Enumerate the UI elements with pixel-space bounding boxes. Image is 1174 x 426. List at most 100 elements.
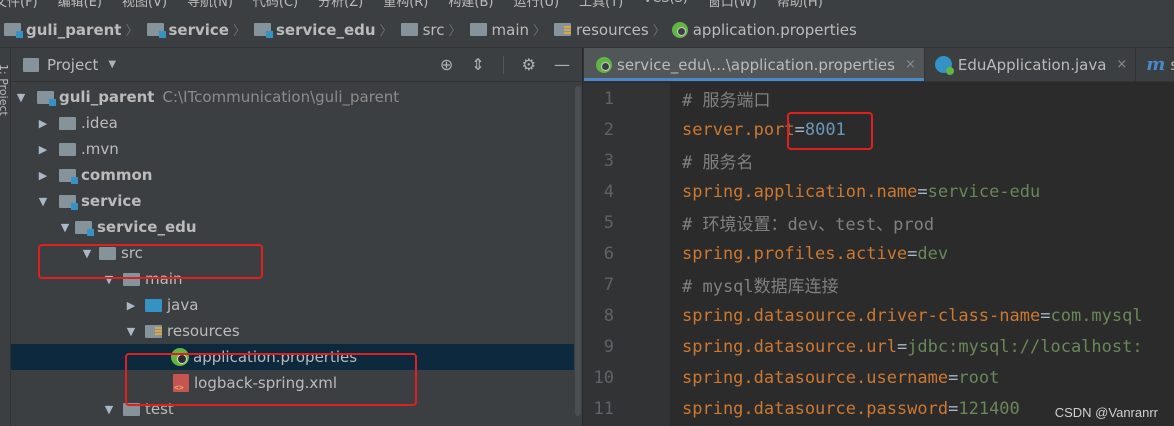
menu-help[interactable]: 帮助(H) (777, 0, 823, 10)
tree-node-idea[interactable]: ▶ .idea (11, 110, 582, 136)
tree-node-common[interactable]: ▶ common (11, 162, 582, 188)
menu-build[interactable]: 构建(B) (448, 0, 493, 10)
crumb-label: service (168, 20, 229, 39)
property-value: 121400 (958, 398, 1020, 419)
close-icon[interactable]: × (905, 57, 916, 72)
vertical-scrollbar[interactable] (574, 84, 582, 424)
code-comment: # mysql数据库连接 (682, 277, 839, 297)
crumb-service[interactable]: service 〉 (143, 12, 251, 47)
code-line: 9 spring.datasource.url=jdbc:mysql://loc… (584, 331, 1174, 362)
chevron-right-icon: 〉 (533, 24, 547, 39)
tab-edu-application-java[interactable]: EduApplication.java × (925, 48, 1137, 81)
toolbar-divider (502, 55, 504, 74)
menu-edit[interactable]: 编辑(E) (58, 0, 102, 10)
tree-node-service-edu[interactable]: ▼ service_edu (11, 214, 582, 240)
line-number: 7 (603, 274, 614, 295)
crumb-application-properties[interactable]: application.properties (670, 12, 857, 47)
menu-window[interactable]: 窗口(W) (708, 0, 757, 10)
line-number: 3 (603, 150, 614, 171)
module-folder-icon (75, 220, 94, 236)
tree-node-main[interactable]: ▼ main (11, 266, 582, 292)
line-number: 1 (603, 88, 614, 109)
tree-node-service[interactable]: ▼ service (11, 188, 582, 214)
expanded-arrow-icon[interactable]: ▼ (59, 221, 71, 234)
tree-node-label: resources (167, 322, 240, 340)
crumb-label: application.properties (692, 20, 857, 39)
crumb-resources[interactable]: resources 〉 (550, 12, 670, 47)
project-view-selector[interactable]: Project (47, 56, 98, 74)
collapsed-arrow-icon[interactable]: ▶ (37, 169, 49, 182)
tree-node-test[interactable]: ▼ test (11, 396, 582, 422)
spring-properties-icon (596, 56, 612, 73)
menu-analyze[interactable]: 分析(Z) (318, 0, 363, 10)
locate-icon[interactable]: ⊕ (440, 55, 453, 74)
line-number: 11 (593, 398, 614, 419)
editor-tabs: service_edu\...\application.properties ×… (584, 48, 1174, 82)
folder-icon (400, 23, 418, 36)
tree-node-label: service_edu (97, 218, 197, 236)
tree-node-label: .mvn (81, 140, 119, 158)
code-area[interactable]: 1 # 服务端口 2 server.port=8001 3 # 服务名 4 sp… (584, 83, 1174, 426)
expanded-arrow-icon[interactable]: ▼ (103, 273, 115, 286)
scrollbar-thumb[interactable] (575, 86, 581, 416)
menu-run[interactable]: 运行(U) (513, 0, 559, 10)
property-key: server.port (682, 119, 795, 140)
line-number: 10 (593, 367, 614, 388)
crumb-service-edu[interactable]: service_edu 〉 (250, 12, 397, 47)
crumb-label: guli_parent (26, 20, 122, 39)
collapsed-arrow-icon[interactable]: ▶ (37, 117, 49, 130)
chevron-right-icon: 〉 (125, 24, 139, 39)
tree-node-resources[interactable]: ▼ resources (11, 318, 582, 344)
tab-label: EduApplication.java (957, 55, 1107, 74)
menu-view[interactable]: 视图(V) (122, 0, 167, 10)
menu-file[interactable]: 文件(F) (0, 0, 38, 10)
close-icon[interactable]: × (1116, 57, 1127, 72)
tree-node-guli-parent[interactable]: ▼ guli_parent C:\ITcommunication\guli_pa… (11, 84, 582, 110)
collapsed-arrow-icon[interactable]: ▶ (37, 143, 49, 156)
tab-truncated[interactable]: m se (1136, 48, 1174, 81)
chevron-down-icon[interactable]: ▼ (108, 59, 116, 70)
property-value: root (958, 367, 1000, 388)
menu-navigate[interactable]: 导航(N) (187, 0, 233, 10)
crumb-label: src (422, 20, 445, 39)
property-value: com.mysql (1050, 305, 1143, 326)
project-tool-button[interactable]: 1: Project (0, 64, 10, 116)
crumb-main[interactable]: main 〉 (466, 12, 551, 47)
expanded-arrow-icon[interactable]: ▼ (37, 195, 49, 208)
menu-vcs[interactable]: VCS(S) (643, 0, 688, 10)
expanded-arrow-icon[interactable]: ▼ (81, 247, 93, 260)
tree-node-mvn[interactable]: ▶ .mvn (11, 136, 582, 162)
folder-icon (59, 116, 76, 130)
property-value: jdbc:mysql://localhost: (907, 336, 1143, 357)
tree-node-java[interactable]: ▶ java (11, 292, 582, 318)
folder-icon (123, 402, 140, 416)
line-number: 6 (603, 243, 614, 264)
menu-refactor[interactable]: 重构(R) (383, 0, 428, 10)
property-value: 8001 (804, 119, 846, 140)
crumb-src[interactable]: src 〉 (397, 12, 466, 47)
collapse-all-icon[interactable]: ⇕ (471, 55, 484, 74)
code-line: 7 # mysql数据库连接 (584, 269, 1174, 300)
crumb-label: service_edu (276, 20, 376, 39)
tree-node-src[interactable]: ▼ src (11, 240, 582, 266)
expanded-arrow-icon[interactable]: ▼ (103, 403, 115, 416)
menu-code[interactable]: 代码(C) (253, 0, 298, 10)
menu-tools[interactable]: 工具(T) (579, 0, 623, 10)
chevron-right-icon: 〉 (652, 24, 666, 39)
crumb-guli-parent[interactable]: guli_parent 〉 (0, 12, 143, 47)
tool-window-strip: 1: Project (0, 48, 11, 426)
tree-node-application-properties[interactable]: application.properties (11, 344, 582, 370)
tree-node-logback-spring-xml[interactable]: logback-spring.xml (11, 370, 582, 396)
expanded-arrow-icon[interactable]: ▼ (15, 91, 27, 104)
tree-node-label: src (121, 244, 143, 262)
code-line: 2 server.port=8001 (584, 114, 1174, 145)
tree-node-label: application.properties (193, 348, 358, 366)
project-panel: Project ▼ ⊕ ⇕ ⚙ — ▼ guli_parent C:\ITcom… (11, 48, 582, 426)
code-comment: # 服务端口 (682, 91, 771, 111)
expanded-arrow-icon[interactable]: ▼ (125, 325, 137, 338)
tab-application-properties[interactable]: service_edu\...\application.properties × (584, 48, 925, 81)
collapsed-arrow-icon[interactable]: ▶ (125, 299, 137, 312)
hide-icon[interactable]: — (554, 55, 570, 74)
crumb-label: resources (576, 20, 649, 39)
gear-icon[interactable]: ⚙ (522, 55, 536, 74)
